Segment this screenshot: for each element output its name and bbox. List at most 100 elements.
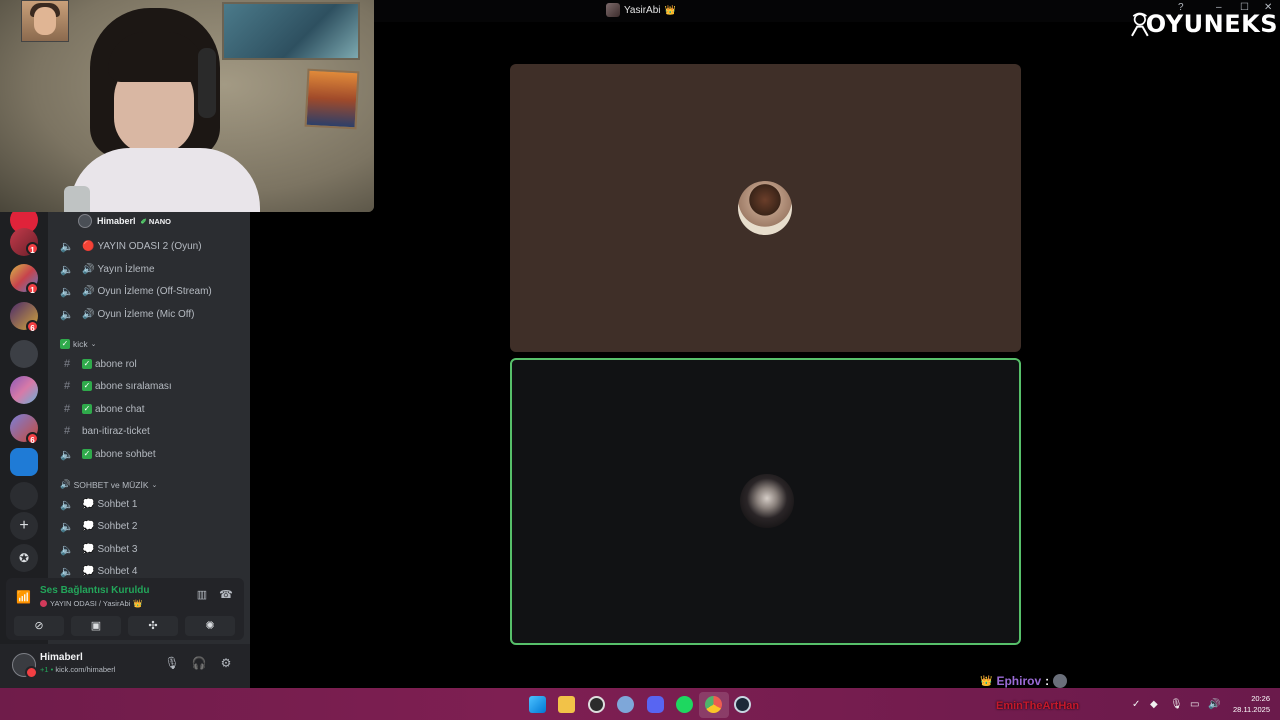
user-avatar[interactable] (12, 653, 38, 679)
channel-label: Oyun İzleme (Off-Stream) (97, 285, 212, 297)
soundboard-button[interactable]: ✺ (185, 616, 235, 636)
voice-channel[interactable]: 🔈 🔊 Yayın İzleme (58, 259, 155, 279)
participant-avatar (738, 181, 792, 235)
channel-label: Oyun İzleme (Mic Off) (97, 308, 195, 320)
unread-badge: 6 (26, 432, 39, 445)
webcam-pip (21, 0, 69, 42)
emote-icon (1053, 674, 1068, 688)
user-name[interactable]: Himaberl (40, 652, 83, 663)
channel-label: Sohbet 3 (97, 543, 138, 555)
camera-off-button[interactable]: ⊘ (14, 616, 64, 636)
speaker-icon: 🔈 (60, 520, 74, 533)
hash-icon: # (63, 358, 71, 370)
hash-icon: # (63, 425, 71, 437)
disconnect-icon[interactable]: ☎ (218, 588, 234, 604)
obs-icon[interactable] (588, 696, 605, 713)
crown-icon: 👑 (133, 599, 143, 608)
microphone-icon[interactable]: 🎙 (164, 656, 180, 672)
webcam-overlay (0, 0, 374, 212)
member-avatar (78, 214, 92, 228)
check-icon: ✓ (82, 404, 92, 414)
speaker-icon: 🔈 (60, 308, 74, 321)
check-icon: ✓ (82, 381, 92, 391)
headphones-icon[interactable]: 🎧 (191, 656, 207, 672)
user-status: +1 • kick.com/himaberl (40, 665, 116, 674)
voice-member[interactable]: Himaberl ✐ NANO (78, 214, 171, 228)
channel-label: abone rol (95, 358, 137, 370)
voice-channel[interactable]: 🔈 💭 Sohbet 3 (58, 539, 138, 559)
overlay-red-text: EminTheArtHan (996, 700, 1080, 712)
channel-label: Sohbet 1 (97, 498, 138, 510)
channel-avatar (606, 3, 620, 17)
microphone-icon[interactable]: 🎙 (1170, 699, 1183, 710)
channel-label: YAYIN ODASI 2 (Oyun) (97, 240, 202, 252)
voice-room-label: YAYIN ODASI / YasirAbi (50, 599, 131, 608)
start-button[interactable] (529, 696, 546, 713)
voice-channel[interactable]: 🔈 🔊 Oyun İzleme (Mic Off) (58, 304, 195, 324)
speaker-icon: 🔈 (60, 543, 74, 556)
chat-username: Ephirov (996, 674, 1042, 688)
channel-emoji: 🔊 (82, 285, 95, 297)
speaker-icon: 🔈 (60, 285, 74, 298)
voice-channel[interactable]: 🔈 💭 Sohbet 2 (58, 516, 138, 536)
server-icon[interactable] (10, 482, 38, 510)
channel-label: Sohbet 4 (97, 565, 138, 577)
spotify-icon[interactable] (676, 696, 693, 713)
app-icon[interactable] (617, 696, 634, 713)
screen-share-button[interactable]: ▣ (71, 616, 121, 636)
clock-time: 20:26 (1251, 694, 1270, 703)
add-server-icon[interactable]: + (10, 512, 38, 540)
file-explorer-icon[interactable] (558, 696, 575, 713)
logo-text: OYUNEKS (1145, 10, 1278, 38)
category-sohbet[interactable]: 🔊 SOHBET ve MÜZİK ⌄ (60, 479, 157, 490)
speaker-icon: 🔈 (60, 498, 74, 511)
video-tile-2-speaking[interactable] (510, 358, 1021, 645)
channel-label: ban-itiraz-ticket (82, 425, 150, 437)
network-icon[interactable]: ▭ (1190, 699, 1199, 710)
hash-icon: # (63, 403, 71, 415)
wall-painting (304, 68, 360, 130)
channel-label: Sohbet 2 (97, 520, 138, 532)
discord-icon[interactable] (647, 696, 664, 713)
gear-icon[interactable]: ⚙ (218, 656, 234, 672)
activities-button[interactable]: ✣ (128, 616, 178, 636)
steam-icon[interactable] (734, 696, 751, 713)
tray-icon[interactable]: ✓ (1132, 699, 1140, 710)
volume-icon[interactable]: 🔊 (1208, 699, 1220, 710)
channel-emoji: 🔊 (82, 308, 95, 320)
text-channel[interactable]: # ✓ abone chat (58, 399, 145, 419)
text-channel[interactable]: # ban-itiraz-ticket (58, 421, 150, 441)
oyuneks-logo: OYUNEKS (1128, 4, 1278, 44)
compass-icon[interactable]: ✪ (10, 544, 38, 572)
tray-icon[interactable]: ◆ (1150, 699, 1158, 710)
text-channel[interactable]: # ✓ abone rol (58, 354, 137, 374)
unread-badge: 6 (26, 320, 39, 333)
speaker-icon: 🔊 (60, 479, 71, 489)
voice-room[interactable]: YAYIN ODASI / YasirAbi 👑 (40, 599, 143, 608)
voice-status[interactable]: Ses Bağlantısı Kuruldu (40, 585, 149, 596)
speaker-icon: 🔈 (60, 565, 74, 578)
server-icon[interactable] (10, 376, 38, 404)
category-kick[interactable]: ✓ kick ⌄ (60, 339, 97, 349)
voice-channel[interactable]: 🔈 💭 Sohbet 1 (58, 494, 138, 514)
voice-channel[interactable]: 🔈 🔴 YAYIN ODASI 2 (Oyun) (58, 236, 202, 256)
crown-icon: 👑 (980, 675, 993, 687)
active-app-highlight (699, 692, 729, 718)
channel-label: Yayın İzleme (97, 263, 155, 275)
video-tile-1[interactable] (510, 64, 1021, 352)
server-icon[interactable] (10, 340, 38, 368)
live-dot-icon (40, 600, 47, 607)
participant-avatar (740, 474, 794, 528)
voice-channel[interactable]: 🔈 🔊 Oyun İzleme (Off-Stream) (58, 281, 212, 301)
chat-overlay-line: 👑 Ephirov : (980, 674, 1068, 688)
check-icon: ✓ (82, 359, 92, 369)
server-icon[interactable] (10, 448, 38, 476)
crown-icon: 👑 (664, 4, 676, 15)
speaker-icon: 🔈 (60, 240, 74, 253)
clock[interactable]: 20:26 28.11.2025 (1226, 693, 1270, 715)
noise-suppression-icon[interactable]: ▥ (194, 588, 210, 604)
text-channel[interactable]: 🔈 ✓ abone sohbet (58, 444, 155, 464)
text-channel[interactable]: # ✓ abone sıralaması (58, 376, 172, 396)
category-label: SOHBET ve MÜZİK (73, 479, 149, 490)
category-label: kick (73, 339, 88, 349)
